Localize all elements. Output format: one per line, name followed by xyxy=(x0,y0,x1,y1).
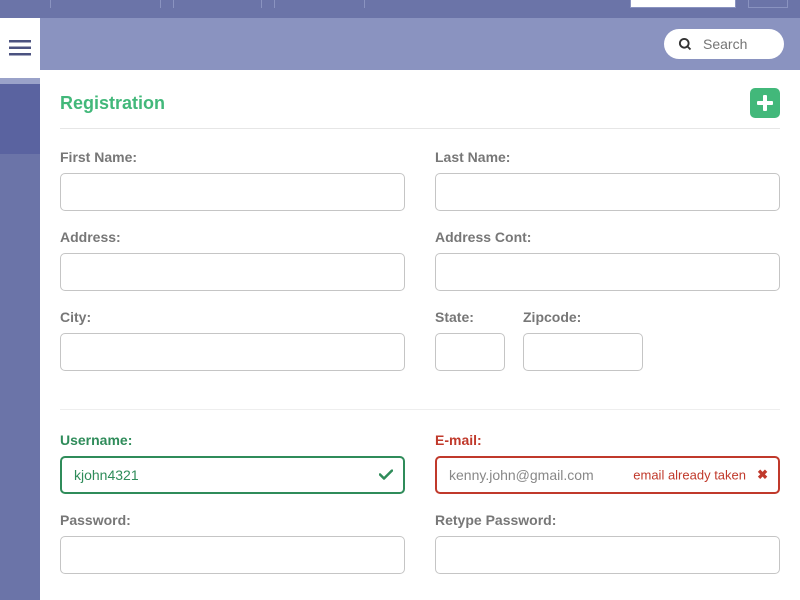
close-icon[interactable]: ✖ xyxy=(757,467,768,483)
check-icon xyxy=(379,470,393,481)
divider xyxy=(60,128,780,129)
page-title: Registration xyxy=(60,93,165,114)
address-cont-input[interactable] xyxy=(435,253,780,291)
rail-item[interactable] xyxy=(0,234,40,314)
first-name-label: First Name: xyxy=(60,149,405,165)
add-button[interactable] xyxy=(750,88,780,118)
address-cont-label: Address Cont: xyxy=(435,229,780,245)
address-label: Address: xyxy=(60,229,405,245)
hamburger-icon xyxy=(9,40,31,56)
email-error-text: email already taken xyxy=(633,468,746,483)
user-menu[interactable]: Vince Golf ▼ xyxy=(630,0,736,8)
nav-dashboard[interactable]: Dashboard xyxy=(50,0,161,8)
rail-item[interactable] xyxy=(0,154,40,234)
rail-item[interactable] xyxy=(0,84,40,154)
plus-icon xyxy=(757,95,773,111)
password-input[interactable] xyxy=(60,536,405,574)
last-name-label: Last Name: xyxy=(435,149,780,165)
email-label: E-mail: xyxy=(435,432,780,448)
nav-activity[interactable]: Activity xyxy=(173,0,262,8)
settings-button[interactable] xyxy=(748,0,788,8)
username-input[interactable] xyxy=(60,456,405,494)
address-input[interactable] xyxy=(60,253,405,291)
top-nav: Dashboard Activity Reports Vince Golf ▼ xyxy=(0,0,800,18)
city-input[interactable] xyxy=(60,333,405,371)
nav-reports[interactable]: Reports xyxy=(274,0,365,8)
retype-password-label: Retype Password: xyxy=(435,512,780,528)
state-label: State: xyxy=(435,309,505,325)
sub-header xyxy=(40,18,800,70)
city-label: City: xyxy=(60,309,405,325)
search-input[interactable] xyxy=(703,36,763,52)
menu-toggle[interactable] xyxy=(0,18,40,78)
username-label: Username: xyxy=(60,432,405,448)
divider xyxy=(60,409,780,410)
zipcode-label: Zipcode: xyxy=(523,309,643,325)
state-input[interactable] xyxy=(435,333,505,371)
search-icon xyxy=(678,37,693,52)
password-label: Password: xyxy=(60,512,405,528)
rail-filler xyxy=(0,394,40,600)
first-name-input[interactable] xyxy=(60,173,405,211)
last-name-input[interactable] xyxy=(435,173,780,211)
search-box[interactable] xyxy=(664,29,784,59)
retype-password-input[interactable] xyxy=(435,536,780,574)
content-area: Registration First Name: Last Name: xyxy=(40,70,800,600)
rail-item[interactable] xyxy=(0,314,40,394)
left-rail xyxy=(0,18,40,600)
zipcode-input[interactable] xyxy=(523,333,643,371)
